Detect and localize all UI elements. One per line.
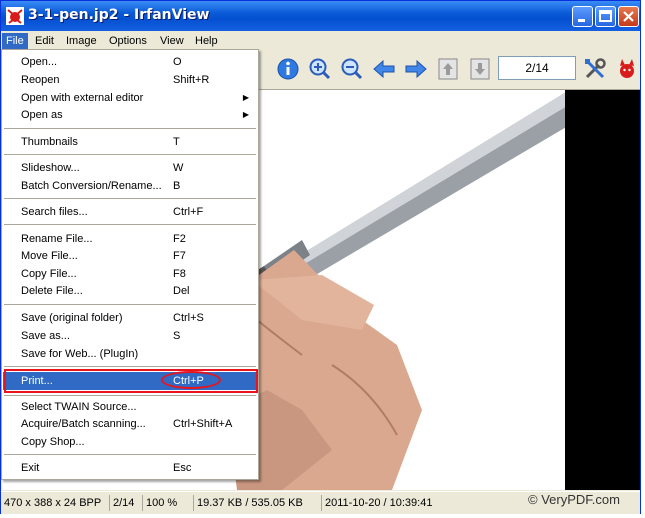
menu-bar: File Edit Image Options View Help <box>1 31 640 50</box>
menu-item-label: Search files... <box>21 206 88 218</box>
next-image-icon[interactable] <box>404 57 428 81</box>
status-file-size: 19.37 KB / 535.05 KB <box>193 495 306 511</box>
menu-item-shortcut: Shift+R <box>173 74 210 86</box>
menu-item-shortcut: F7 <box>173 250 186 262</box>
menu-item-rename-file[interactable]: Rename File... F2 <box>3 230 257 248</box>
maximize-button[interactable] <box>595 6 616 27</box>
menu-separator <box>4 198 256 199</box>
menu-item-label: Rename File... <box>21 233 93 245</box>
menu-item-label: Acquire/Batch scanning... <box>21 418 146 430</box>
menu-separator <box>4 128 256 129</box>
title-bar[interactable]: 3-1-pen.jp2 - IrfanView <box>1 1 640 31</box>
info-icon[interactable] <box>276 57 300 81</box>
menu-item-shortcut: S <box>173 330 181 342</box>
menu-item-copy-shop[interactable]: Copy Shop... <box>3 433 257 451</box>
menu-separator <box>4 454 256 455</box>
menu-item-copy-file[interactable]: Copy File... F8 <box>3 265 257 283</box>
maximize-icon <box>599 10 612 22</box>
menu-item-exit[interactable]: Exit Esc <box>3 459 257 477</box>
menu-item-label: Open as <box>21 109 63 121</box>
menu-item-open-as[interactable]: Open as ▶ <box>3 106 257 124</box>
menu-item-label: Thumbnails <box>21 136 78 148</box>
irfanview-cat-icon[interactable] <box>615 57 639 81</box>
menu-item-label: Save for Web... (PlugIn) <box>21 348 139 360</box>
menu-item-reopen[interactable]: Reopen Shift+R <box>3 71 257 89</box>
menu-item-shortcut: T <box>173 136 180 148</box>
irfanview-app-icon[interactable] <box>6 7 24 25</box>
menu-separator <box>4 395 256 396</box>
menu-item-shortcut: Del <box>173 285 190 297</box>
menu-help[interactable]: Help <box>191 33 222 49</box>
zoom-in-icon[interactable] <box>308 57 332 81</box>
status-dimensions: 470 x 388 x 24 BPP <box>4 497 102 509</box>
menu-edit[interactable]: Edit <box>31 33 58 49</box>
menu-item-save-as[interactable]: Save as... S <box>3 327 257 345</box>
menu-image[interactable]: Image <box>62 33 101 49</box>
menu-item-save-original-folder[interactable]: Save (original folder) Ctrl+S <box>3 309 257 327</box>
menu-item-label: Save as... <box>21 330 70 342</box>
menu-item-label: Move File... <box>21 250 78 262</box>
menu-item-batch-conversion[interactable]: Batch Conversion/Rename... B <box>3 177 257 195</box>
menu-item-shortcut: Ctrl+Shift+A <box>173 418 233 430</box>
previous-page-icon[interactable] <box>436 57 460 81</box>
menu-item-label: Copy Shop... <box>21 436 85 448</box>
previous-image-icon[interactable] <box>372 57 396 81</box>
verypdf-watermark: © VeryPDF.com <box>528 492 620 507</box>
menu-item-label: Open... <box>21 56 58 68</box>
menu-separator <box>4 304 256 305</box>
menu-item-delete-file[interactable]: Delete File... Del <box>3 282 257 300</box>
menu-item-open-with-external-editor[interactable]: Open with external editor ▶ <box>3 89 257 107</box>
menu-item-label: Select TWAIN Source... <box>21 401 137 413</box>
menu-item-slideshow[interactable]: Slideshow... W <box>3 159 257 177</box>
menu-separator <box>4 154 256 155</box>
minimize-icon <box>578 19 585 22</box>
close-button[interactable] <box>618 6 639 27</box>
menu-item-move-file[interactable]: Move File... F7 <box>3 247 257 265</box>
print-shortcut-highlight-ellipse <box>161 371 221 389</box>
menu-item-label: Delete File... <box>21 285 83 297</box>
menu-item-shortcut: Ctrl+S <box>173 312 204 324</box>
menu-item-label: Slideshow... <box>21 162 80 174</box>
menu-item-search-files[interactable]: Search files... Ctrl+F <box>3 203 257 221</box>
menu-item-shortcut: Ctrl+F <box>173 206 204 218</box>
submenu-arrow-icon: ▶ <box>242 93 249 102</box>
menu-item-label: Batch Conversion/Rename... <box>21 180 162 192</box>
menu-item-shortcut: B <box>173 180 181 192</box>
menu-options[interactable]: Options <box>105 33 151 49</box>
menu-item-label: Save (original folder) <box>21 312 123 324</box>
menu-view[interactable]: View <box>156 33 188 49</box>
menu-item-shortcut: F8 <box>173 268 186 280</box>
status-zoom: 100 % <box>142 495 180 511</box>
menu-item-shortcut: F2 <box>173 233 186 245</box>
status-index: 2/14 <box>109 495 137 511</box>
status-datetime: 2011-10-20 / 10:39:41 <box>321 495 435 511</box>
close-icon <box>623 11 634 22</box>
menu-item-save-for-web[interactable]: Save for Web... (PlugIn) <box>3 345 257 363</box>
menu-item-label: Copy File... <box>21 268 77 280</box>
menu-item-label: Open with external editor <box>21 92 144 104</box>
menu-separator <box>4 366 256 367</box>
file-menu-dropdown: Open... O Reopen Shift+R Open with externa… <box>1 49 259 480</box>
zoom-out-icon[interactable] <box>340 57 364 81</box>
menu-item-label: Reopen <box>21 74 60 86</box>
settings-tools-icon[interactable] <box>583 57 607 81</box>
menu-item-shortcut: W <box>173 162 184 174</box>
image-counter-field[interactable]: 2/14 <box>498 56 576 80</box>
menu-item-shortcut: O <box>173 56 182 68</box>
menu-item-shortcut: Esc <box>173 462 192 474</box>
menu-separator <box>4 224 256 225</box>
menu-item-open[interactable]: Open... O <box>3 53 257 71</box>
minimize-button[interactable] <box>572 6 593 27</box>
next-page-icon[interactable] <box>468 57 492 81</box>
menu-item-thumbnails[interactable]: Thumbnails T <box>3 133 257 151</box>
window-title: 3-1-pen.jp2 - IrfanView <box>28 7 210 23</box>
menu-item-select-twain-source[interactable]: Select TWAIN Source... <box>3 398 257 416</box>
menu-item-label: Exit <box>21 462 40 474</box>
menu-item-acquire-batch-scanning[interactable]: Acquire/Batch scanning... Ctrl+Shift+A <box>3 415 257 433</box>
menu-file[interactable]: File <box>2 33 28 49</box>
submenu-arrow-icon: ▶ <box>242 110 249 119</box>
